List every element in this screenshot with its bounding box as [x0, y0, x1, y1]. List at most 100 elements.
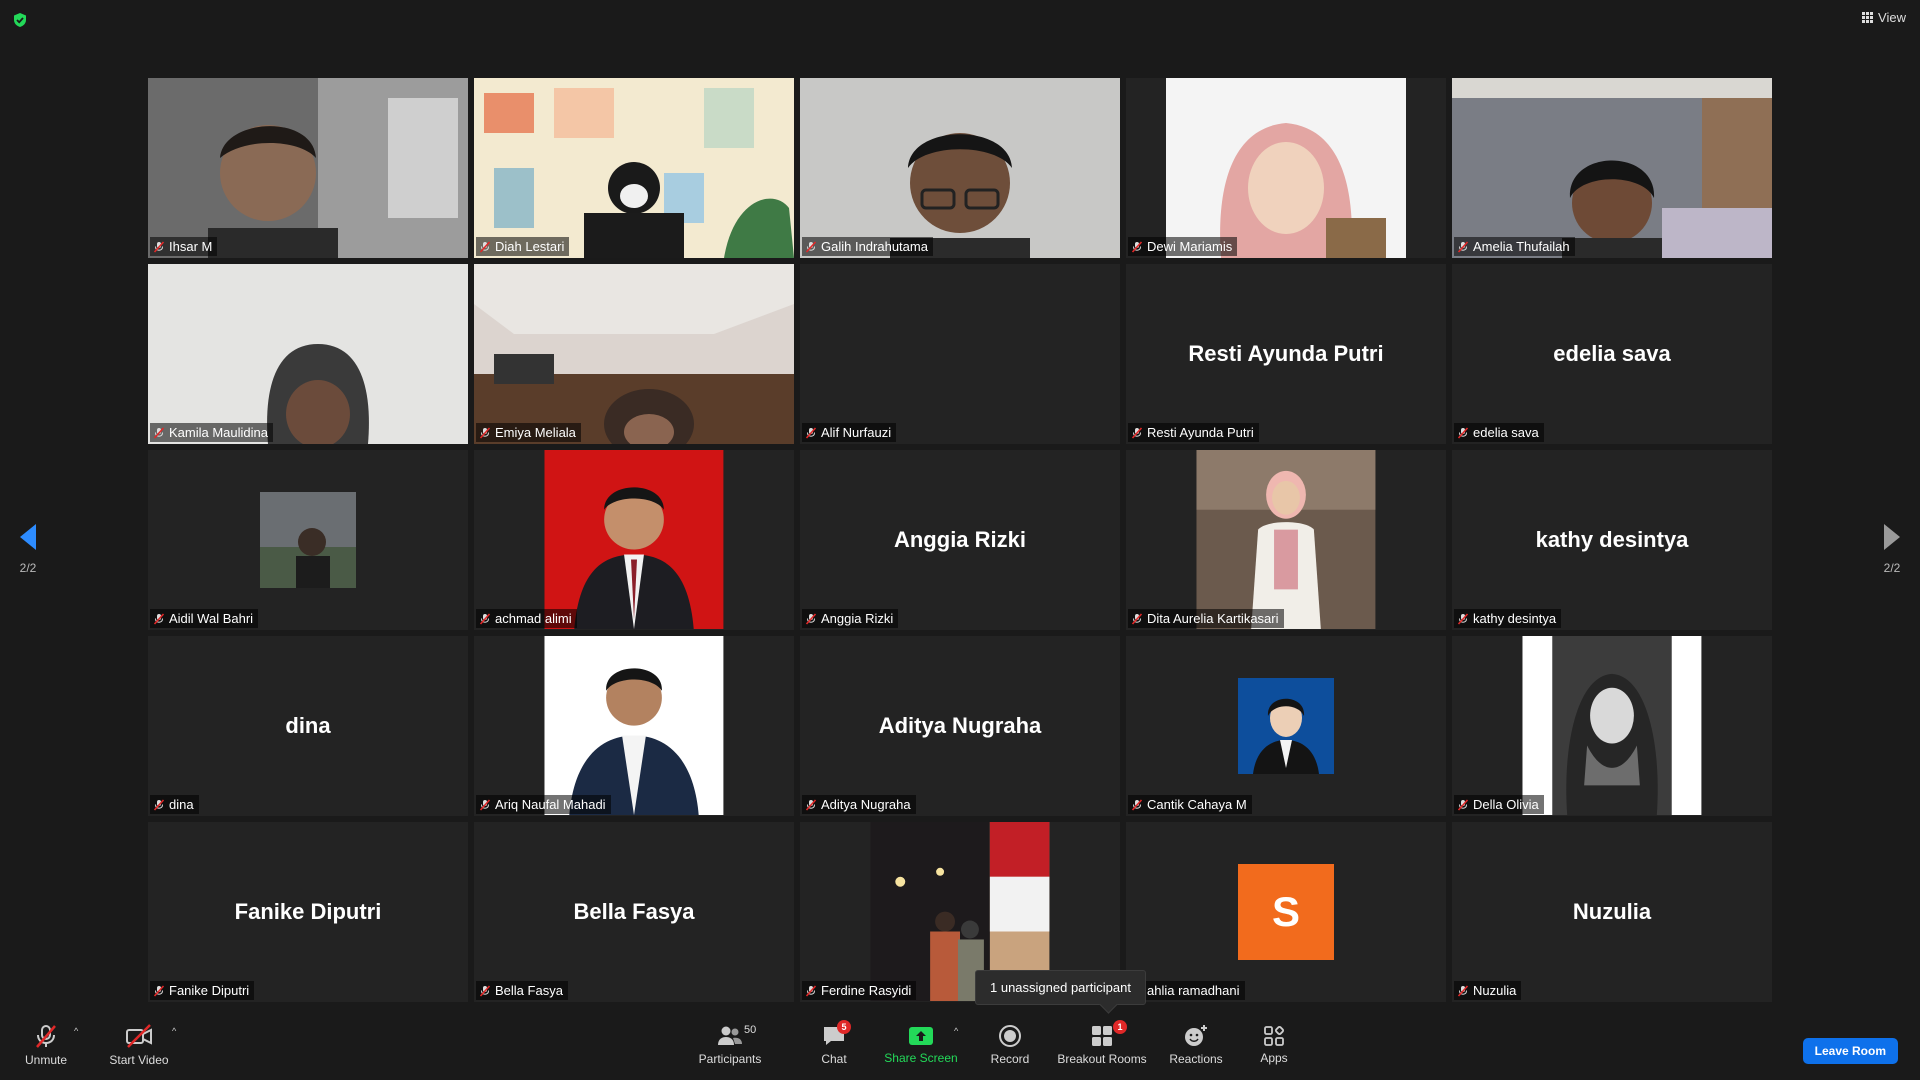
start-video-button[interactable]: Start Video	[104, 1010, 174, 1080]
microphone-muted-icon	[479, 984, 491, 997]
previous-page-button[interactable]: 2/2	[18, 522, 38, 575]
participant-tile[interactable]: Ariq Naufal Mahadi	[474, 636, 794, 816]
participant-name: Diah Lestari	[495, 239, 565, 254]
participant-tile[interactable]: Alif Nurfauzi	[800, 264, 1120, 444]
participant-tile[interactable]: achmad alimi	[474, 450, 794, 630]
participant-tile[interactable]: dina dina	[148, 636, 468, 816]
participant-tile[interactable]: Amelia Thufailah	[1452, 78, 1772, 258]
participant-name-label: Fanike Diputri	[150, 981, 255, 1000]
reactions-button[interactable]: Reactions	[1166, 1010, 1226, 1080]
microphone-muted-icon	[1457, 240, 1469, 253]
participants-button[interactable]: Participants	[694, 1010, 766, 1080]
participant-name: Della Olivia	[1473, 797, 1539, 812]
view-button[interactable]: View	[1862, 10, 1906, 25]
apps-button[interactable]: Apps	[1254, 1010, 1294, 1080]
participant-tile[interactable]: Ihsar M	[148, 78, 468, 258]
security-shield-icon[interactable]	[12, 12, 28, 28]
participant-tile[interactable]: Sahlia ramadhani	[1126, 822, 1446, 1002]
participant-display-name: Resti Ayunda Putri	[1188, 341, 1384, 366]
participant-tile[interactable]: Galih Indrahutama	[800, 78, 1120, 258]
participant-tile[interactable]: Aditya Nugraha Aditya Nugraha	[800, 636, 1120, 816]
share-screen-button[interactable]: Share Screen	[882, 1010, 960, 1080]
page-indicator-right: 2/2	[1883, 561, 1901, 575]
microphone-muted-icon	[1131, 240, 1143, 253]
participant-tile[interactable]: edelia sava edelia sava	[1452, 264, 1772, 444]
participant-tile[interactable]: Della Olivia	[1452, 636, 1772, 816]
participant-name-label: Della Olivia	[1454, 795, 1544, 814]
next-page-button[interactable]: 2/2	[1882, 522, 1902, 575]
participant-name-label: kathy desintya	[1454, 609, 1562, 628]
participant-name-label: Cantik Cahaya M	[1128, 795, 1252, 814]
participant-name: Dewi Mariamis	[1147, 239, 1233, 254]
participant-name-label: dina	[150, 795, 199, 814]
participant-name-label: Alif Nurfauzi	[802, 423, 897, 442]
participant-name-label: Bella Fasya	[476, 981, 568, 1000]
unmute-button[interactable]: Unmute	[18, 1010, 74, 1080]
participant-tile[interactable]: Dewi Mariamis	[1126, 78, 1446, 258]
participant-avatar: S	[1238, 864, 1334, 960]
participant-tile[interactable]: Kamila Maulidina	[148, 264, 468, 444]
participant-tile[interactable]: Bella Fasya Bella Fasya	[474, 822, 794, 1002]
participant-name: Ferdine Rasyidi	[821, 983, 912, 998]
participant-name-label: edelia sava	[1454, 423, 1544, 442]
chat-label: Chat	[821, 1052, 847, 1066]
share-screen-icon	[909, 1027, 933, 1045]
reactions-smiley-icon	[1185, 1025, 1207, 1046]
participant-tile[interactable]: Emiya Meliala	[474, 264, 794, 444]
participant-tile[interactable]: Anggia Rizki Anggia Rizki	[800, 450, 1120, 630]
microphone-muted-icon	[805, 426, 817, 439]
microphone-muted-icon	[479, 240, 491, 253]
participant-name-label: Kamila Maulidina	[150, 423, 273, 442]
share-screen-label: Share Screen	[884, 1051, 958, 1065]
chat-unread-badge: 5	[837, 1020, 851, 1034]
participant-name: Ihsar M	[169, 239, 213, 254]
participant-name: Aidil Wal Bahri	[169, 611, 254, 626]
participant-tile[interactable]: Aidil Wal Bahri	[148, 450, 468, 630]
grid-view-icon	[1862, 12, 1874, 23]
leave-room-button[interactable]: Leave Room	[1802, 1038, 1898, 1064]
participant-name: Kamila Maulidina	[169, 425, 268, 440]
microphone-muted-icon	[153, 798, 165, 811]
participant-name-label: Ferdine Rasyidi	[802, 981, 917, 1000]
share-options-caret[interactable]: ^	[954, 1026, 958, 1036]
participant-name: Aditya Nugraha	[821, 797, 911, 812]
video-options-caret[interactable]: ^	[172, 1026, 176, 1036]
participant-name-label: Aidil Wal Bahri	[150, 609, 259, 628]
audio-options-caret[interactable]: ^	[74, 1026, 78, 1036]
participant-tile[interactable]: Diah Lestari	[474, 78, 794, 258]
participant-name: Galih Indrahutama	[821, 239, 928, 254]
participant-tile[interactable]: Cantik Cahaya M	[1126, 636, 1446, 816]
microphone-muted-icon	[1457, 798, 1469, 811]
participant-tile[interactable]: Nuzulia Nuzulia	[1452, 822, 1772, 1002]
participant-tile[interactable]: Resti Ayunda Putri Resti Ayunda Putri	[1126, 264, 1446, 444]
record-label: Record	[990, 1052, 1030, 1066]
record-button[interactable]: Record	[984, 1010, 1036, 1080]
participant-tile[interactable]: Fanike Diputri Fanike Diputri	[148, 822, 468, 1002]
unmute-label: Unmute	[24, 1053, 68, 1067]
participant-name-label: achmad alimi	[476, 609, 577, 628]
apps-label: Apps	[1260, 1051, 1288, 1065]
microphone-muted-icon	[805, 984, 817, 997]
participant-name: Emiya Meliala	[495, 425, 576, 440]
participant-name: Fanike Diputri	[169, 983, 250, 998]
breakout-rooms-button[interactable]: Breakout Rooms	[1056, 1010, 1148, 1080]
microphone-muted-icon	[805, 240, 817, 253]
participant-display-name: Bella Fasya	[573, 899, 695, 924]
participants-label: Participants	[698, 1052, 762, 1066]
participant-name-label: Galih Indrahutama	[802, 237, 933, 256]
participant-tile[interactable]: Dita Aurelia Kartikasari	[1126, 450, 1446, 630]
participant-tile[interactable]: kathy desintya kathy desintya	[1452, 450, 1772, 630]
microphone-muted-icon	[479, 426, 491, 439]
participant-name: Resti Ayunda Putri	[1147, 425, 1254, 440]
apps-icon	[1264, 1025, 1285, 1046]
page-indicator-left: 2/2	[19, 561, 37, 575]
participant-display-name: Anggia Rizki	[893, 527, 1026, 552]
participant-display-name: kathy desintya	[1535, 527, 1689, 552]
breakout-rooms-icon	[1092, 1026, 1112, 1046]
chat-button[interactable]: Chat	[812, 1010, 856, 1080]
participant-name: Alif Nurfauzi	[821, 425, 892, 440]
microphone-muted-icon	[1131, 426, 1143, 439]
participant-name-label: Dita Aurelia Kartikasari	[1128, 609, 1284, 628]
breakout-rooms-label: Breakout Rooms	[1057, 1052, 1147, 1066]
arrow-left-icon	[20, 524, 36, 550]
